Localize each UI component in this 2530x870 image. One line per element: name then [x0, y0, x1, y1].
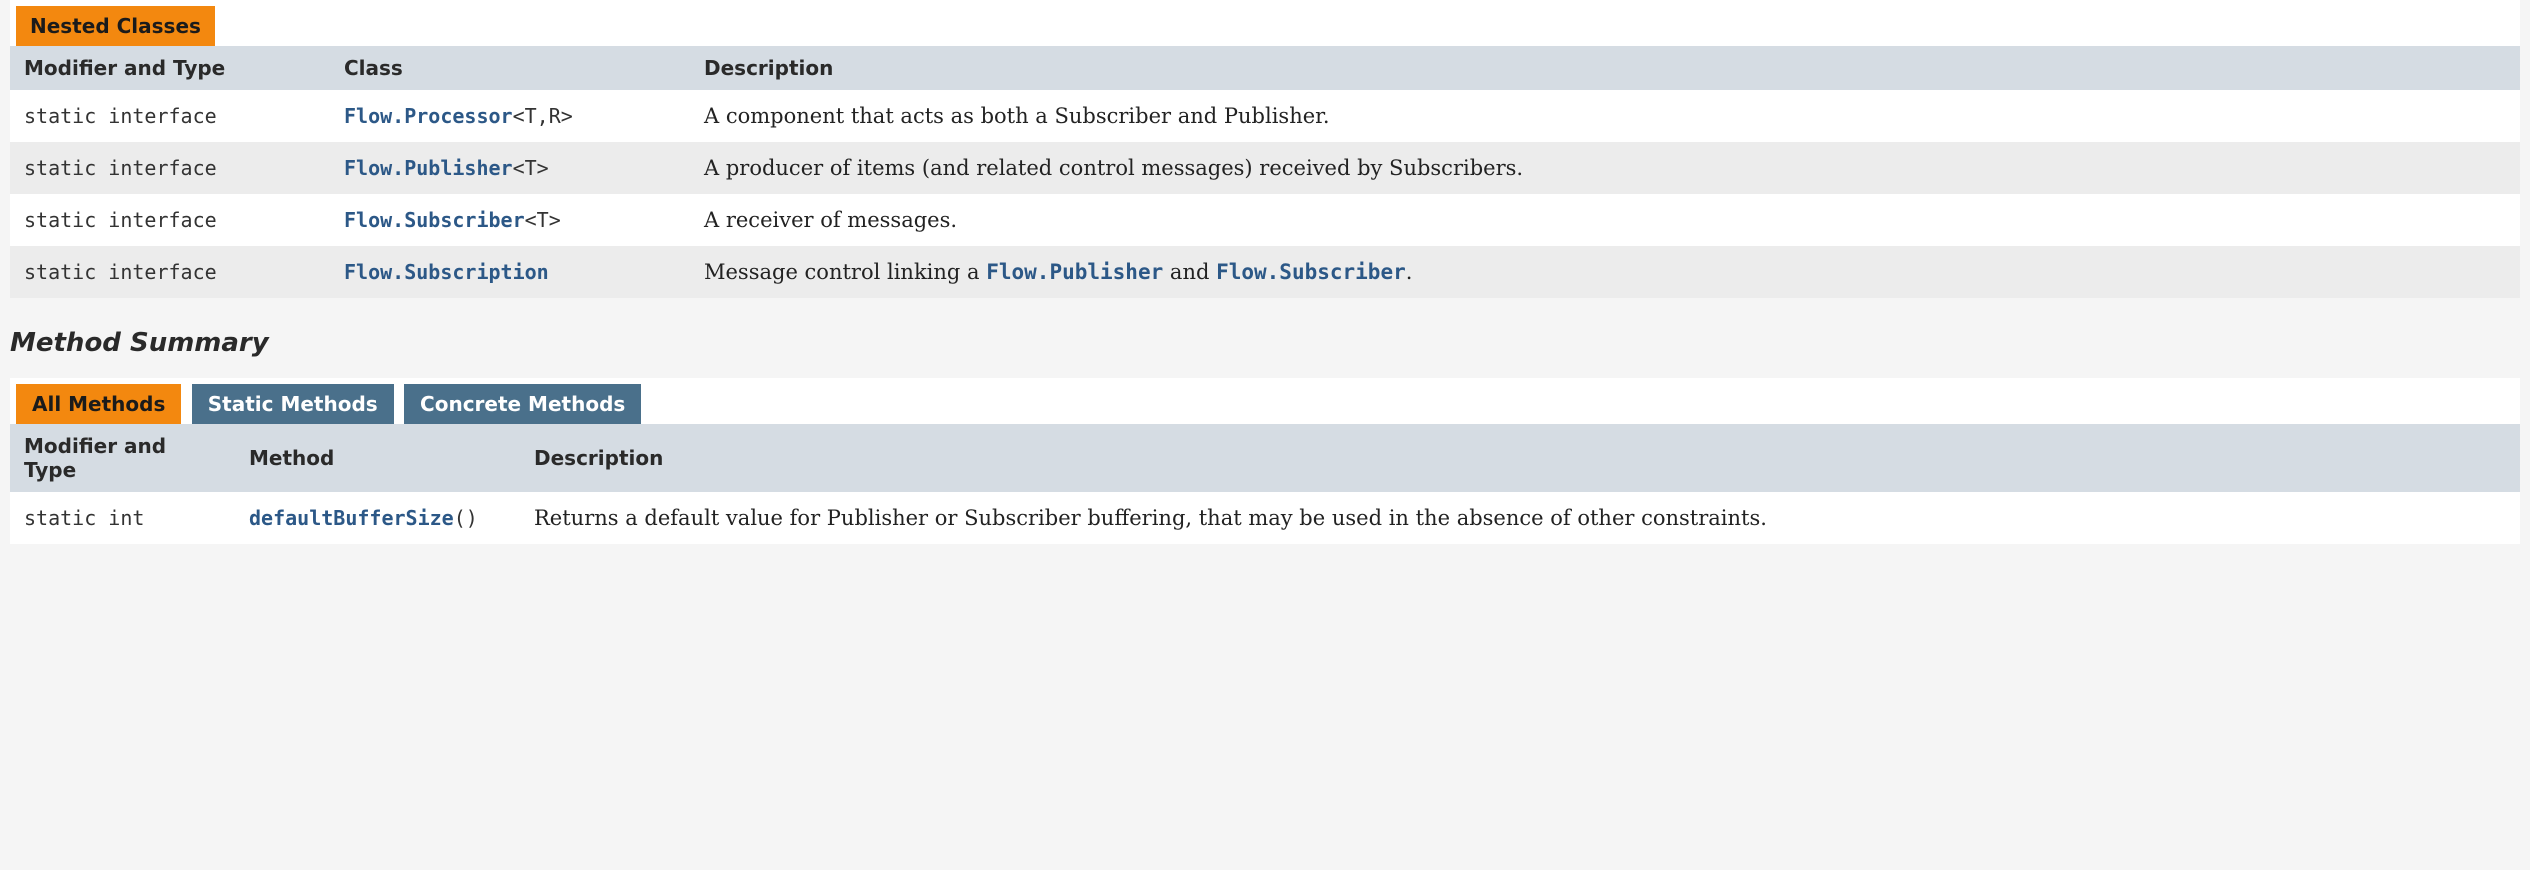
method-args: ()	[454, 506, 478, 530]
cell-modifier: static interface	[10, 142, 330, 194]
header-description: Description	[690, 46, 2520, 90]
class-link[interactable]: Flow.Processor	[344, 104, 513, 128]
table-row: static interface Flow.Subscription Messa…	[10, 246, 2520, 298]
cell-modifier: static interface	[10, 90, 330, 142]
cell-description: A producer of items (and related control…	[690, 142, 2520, 194]
cell-class: Flow.Subscription	[330, 246, 690, 298]
tab-all-methods[interactable]: All Methods	[16, 384, 181, 424]
nested-classes-caption: Nested Classes	[16, 6, 215, 46]
header-modifier: Modifier and Type	[10, 46, 330, 90]
tab-static-methods[interactable]: Static Methods	[192, 384, 394, 424]
desc-text: Message control linking a	[704, 260, 986, 284]
method-link[interactable]: defaultBufferSize	[249, 506, 454, 530]
cell-description: Returns a default value for Publisher or…	[520, 492, 2520, 544]
desc-ref-link[interactable]: Flow.Publisher	[986, 260, 1163, 284]
header-method: Method	[235, 424, 520, 492]
tab-concrete-methods[interactable]: Concrete Methods	[404, 384, 641, 424]
header-class: Class	[330, 46, 690, 90]
cell-modifier: static interface	[10, 246, 330, 298]
cell-class: Flow.Processor<T,R>	[330, 90, 690, 142]
desc-text: and	[1163, 260, 1216, 284]
table-row: static int defaultBufferSize() Returns a…	[10, 492, 2520, 544]
cell-method: defaultBufferSize()	[235, 492, 520, 544]
table-header-row: Modifier and Type Method Description	[10, 424, 2520, 492]
method-summary-section: All Methods Static Methods Concrete Meth…	[10, 378, 2520, 544]
class-generic: <T>	[525, 208, 561, 232]
table-header-row: Modifier and Type Class Description	[10, 46, 2520, 90]
cell-modifier: static interface	[10, 194, 330, 246]
class-generic: <T>	[513, 156, 549, 180]
method-summary-title: Method Summary	[10, 328, 2530, 358]
header-description: Description	[520, 424, 2520, 492]
method-summary-table: Modifier and Type Method Description sta…	[10, 424, 2520, 544]
desc-text: A component that acts as both a Subscrib…	[704, 104, 1330, 128]
desc-text: .	[1406, 260, 1413, 284]
table-row: static interface Flow.Processor<T,R> A c…	[10, 90, 2520, 142]
cell-class: Flow.Publisher<T>	[330, 142, 690, 194]
class-generic: <T,R>	[513, 104, 573, 128]
desc-ref-link[interactable]: Flow.Subscriber	[1216, 260, 1406, 284]
class-link[interactable]: Flow.Subscriber	[344, 208, 525, 232]
cell-class: Flow.Subscriber<T>	[330, 194, 690, 246]
header-modifier: Modifier and Type	[10, 424, 235, 492]
cell-description: A receiver of messages.	[690, 194, 2520, 246]
method-tabs: All Methods Static Methods Concrete Meth…	[16, 378, 2520, 424]
nested-classes-table: Modifier and Type Class Description stat…	[10, 46, 2520, 298]
class-link[interactable]: Flow.Subscription	[344, 260, 549, 284]
cell-description: A component that acts as both a Subscrib…	[690, 90, 2520, 142]
class-link[interactable]: Flow.Publisher	[344, 156, 513, 180]
desc-text: A producer of items (and related control…	[704, 156, 1523, 180]
desc-text: A receiver of messages.	[704, 208, 957, 232]
table-row: static interface Flow.Publisher<T> A pro…	[10, 142, 2520, 194]
nested-classes-section: Nested Classes Modifier and Type Class D…	[10, 0, 2520, 298]
table-row: static interface Flow.Subscriber<T> A re…	[10, 194, 2520, 246]
cell-modifier: static int	[10, 492, 235, 544]
cell-description: Message control linking a Flow.Publisher…	[690, 246, 2520, 298]
